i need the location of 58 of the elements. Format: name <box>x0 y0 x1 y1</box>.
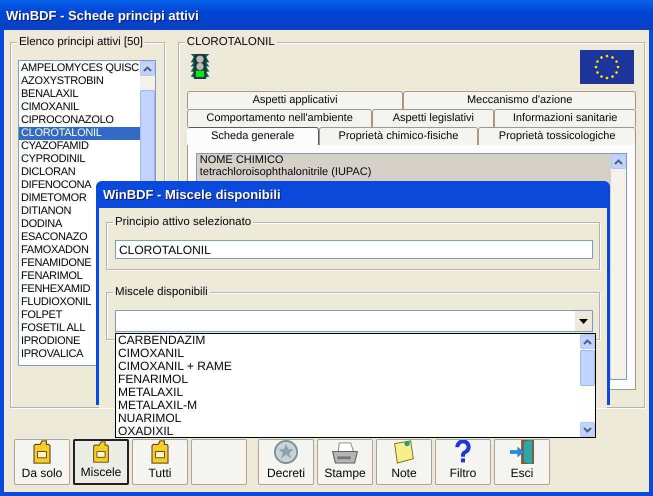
dialog-title: WinBDF - Miscele disponibili <box>103 187 281 202</box>
emblem-icon <box>274 440 298 464</box>
tab[interactable]: Comportamento nell'ambiente <box>186 109 372 127</box>
jerrycan-icon <box>151 440 169 464</box>
scroll-up-icon[interactable] <box>142 66 152 72</box>
toolbar-button[interactable]: Note <box>376 439 432 485</box>
tab[interactable]: Scheda generale <box>186 127 319 145</box>
traffic-light-icon <box>190 53 210 79</box>
window-title: WinBDF - Schede principi attivi <box>6 8 199 22</box>
note-icon <box>393 440 415 464</box>
toolbar-button[interactable]: Da solo <box>14 439 70 485</box>
tab[interactable]: Meccanismo d'azione <box>403 91 636 109</box>
dropdown-option[interactable]: CARBENDAZIM <box>116 334 580 347</box>
flag-icon <box>580 50 634 84</box>
list-item[interactable]: CYAZOFAMID <box>19 140 140 153</box>
list-item[interactable]: AMPELOMYCES QUISC <box>19 62 140 75</box>
jerrycan-icon <box>33 440 51 464</box>
selected-field[interactable]: CLOROTALONIL <box>115 240 593 259</box>
toolbar-button[interactable]: Esci <box>494 439 550 485</box>
dropdown-option[interactable]: NUARIMOL <box>116 412 580 425</box>
toolbar-button[interactable]: Stampe <box>317 439 373 485</box>
group-title: Elenco principi attivi [50] <box>17 35 146 50</box>
list-item[interactable]: CIPROCONAZOLO <box>19 114 140 127</box>
question-mark-icon <box>455 440 471 464</box>
list-item[interactable]: CYPRODINIL <box>19 153 140 166</box>
list-item[interactable]: DICLORAN <box>19 166 140 179</box>
toolbar-button[interactable]: Tutti <box>132 439 188 485</box>
list-item[interactable]: BENALAXIL <box>19 88 140 101</box>
tab[interactable]: Aspetti applicativi <box>186 91 404 109</box>
scrollbar[interactable] <box>580 334 595 437</box>
group-title: Principio attivo selezionato <box>113 215 254 230</box>
dropdown-option[interactable]: OXADIXIL <box>116 425 580 438</box>
printer-icon <box>331 442 359 464</box>
dropdown-option[interactable]: METALAXIL-M <box>116 399 580 412</box>
dropdown-option[interactable]: CIMOXANIL <box>116 347 580 360</box>
list-item[interactable]: CLOROTALONIL <box>19 127 140 140</box>
list-item[interactable]: CIMOXANIL <box>19 101 140 114</box>
toolbar-button[interactable] <box>191 439 247 485</box>
scroll-down-icon[interactable] <box>583 426 592 432</box>
scroll-up-icon[interactable] <box>614 158 623 164</box>
toolbar-button[interactable]: Miscele <box>73 439 129 485</box>
jerrycan-icon <box>92 441 110 463</box>
scroll-up-icon[interactable] <box>583 338 592 344</box>
toolbar-button[interactable]: Filtro <box>435 439 491 485</box>
tab[interactable]: Proprietà chimico-fisiche <box>318 127 478 145</box>
tab[interactable]: Proprietà tossicologiche <box>478 127 636 145</box>
tab[interactable]: Aspetti legislativi <box>372 109 494 127</box>
dropdown-option[interactable]: FENARIMOL <box>116 373 580 386</box>
dropdown-option[interactable]: METALAXIL <box>116 386 580 399</box>
group-title: Miscele disponibili <box>113 285 210 300</box>
dropdown-option[interactable]: CIMOXANIL + RAME <box>116 360 580 373</box>
field-value: tetrachloroisophthalonitrile (IUPAC) <box>200 166 372 178</box>
tab[interactable]: Informazioni sanitarie <box>494 109 636 127</box>
toolbar-button[interactable]: Decreti <box>258 439 314 485</box>
field-heading: NOME CHIMICO <box>200 154 284 166</box>
exit-door-icon <box>510 440 534 464</box>
scrollbar[interactable] <box>611 154 626 379</box>
list-item[interactable]: AZOXYSTROBIN <box>19 75 140 88</box>
